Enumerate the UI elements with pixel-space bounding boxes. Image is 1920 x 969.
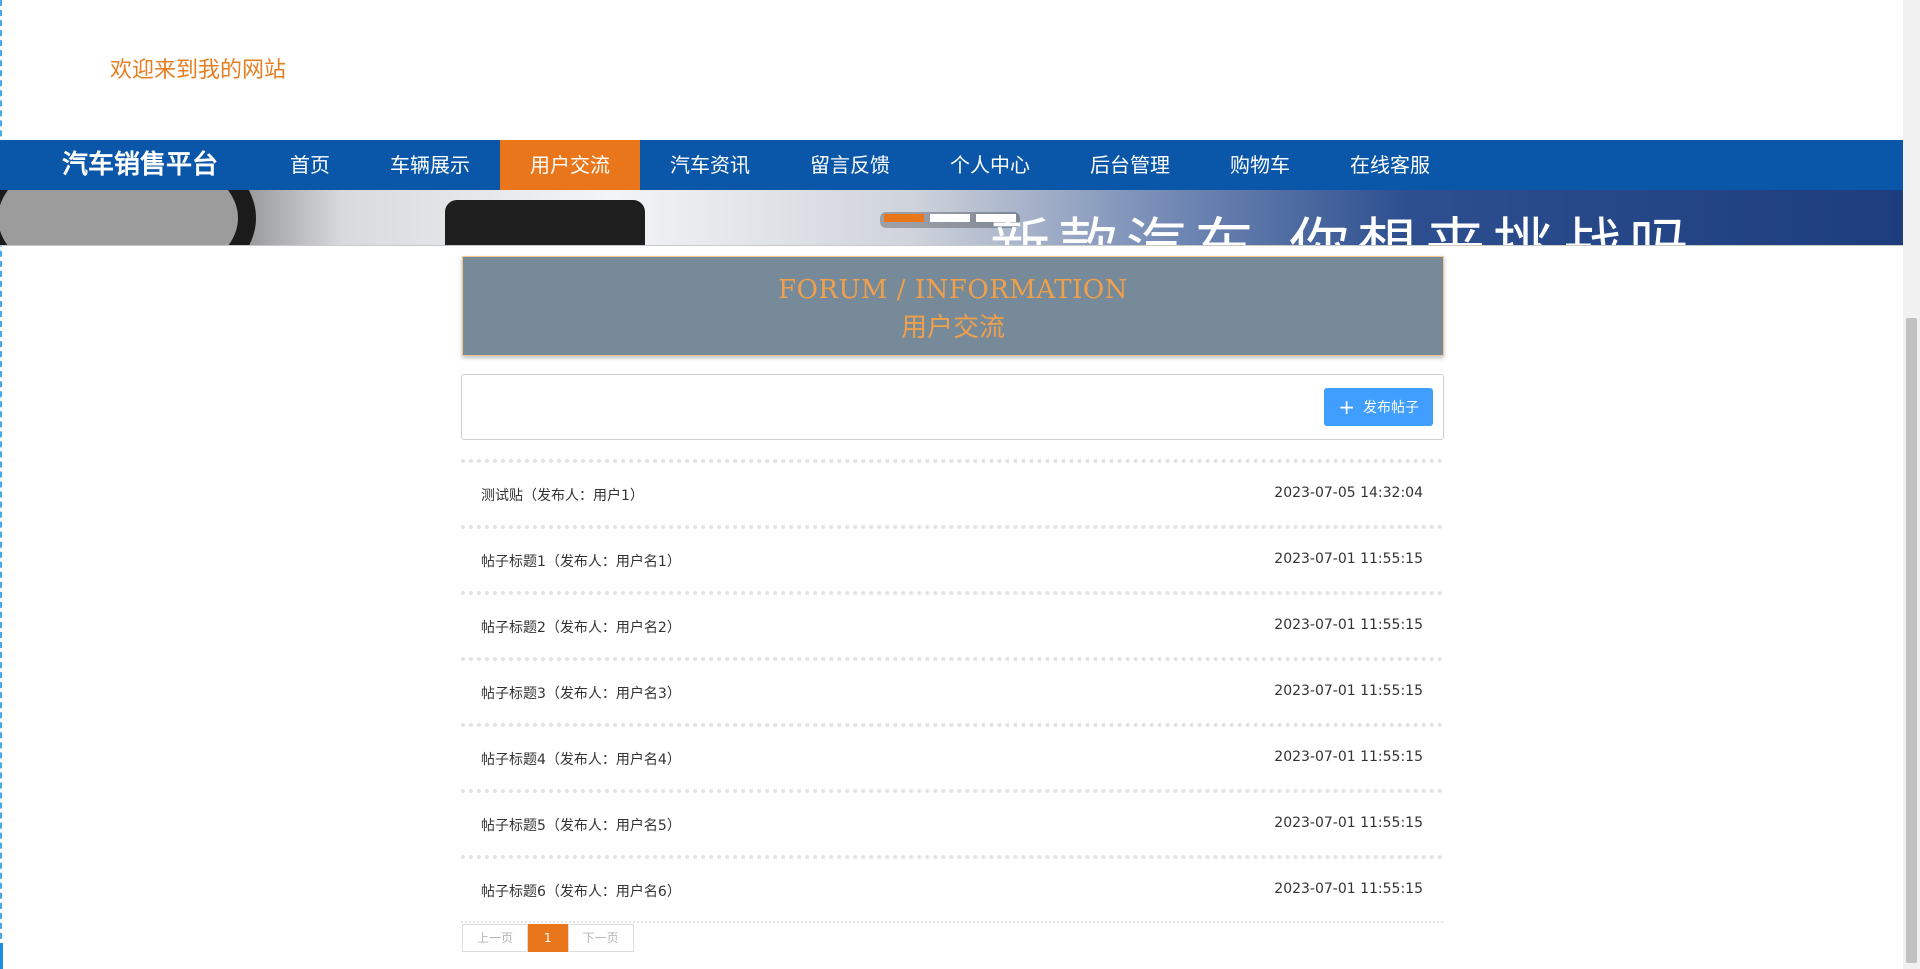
brand-title[interactable]: 汽车销售平台 bbox=[62, 140, 218, 190]
nav-item-profile[interactable]: 个人中心 bbox=[920, 140, 1060, 190]
nav-menu: 首页 车辆展示 用户交流 汽车资讯 留言反馈 个人中心 后台管理 购物车 在线客… bbox=[260, 140, 1460, 190]
post-time: 2023-07-01 11:55:15 bbox=[1274, 749, 1423, 765]
nav-item-home[interactable]: 首页 bbox=[260, 140, 360, 190]
nav-item-vehicles[interactable]: 车辆展示 bbox=[360, 140, 500, 190]
post-list: 测试贴（发布人：用户1） 2023-07-05 14:32:04 帖子标题1（发… bbox=[461, 459, 1443, 923]
post-time: 2023-07-05 14:32:04 bbox=[1274, 485, 1423, 501]
post-row[interactable]: 帖子标题6（发布人：用户名6） 2023-07-01 11:55:15 bbox=[461, 855, 1443, 923]
post-title[interactable]: 测试贴（发布人：用户1） bbox=[481, 485, 644, 505]
carousel-dot-1[interactable] bbox=[884, 214, 924, 222]
nav-item-news[interactable]: 汽车资讯 bbox=[640, 140, 780, 190]
post-row[interactable]: 帖子标题2（发布人：用户名2） 2023-07-01 11:55:15 bbox=[461, 591, 1443, 657]
banner-car-grill-image bbox=[445, 200, 645, 245]
nav-item-admin[interactable]: 后台管理 bbox=[1060, 140, 1200, 190]
post-row[interactable]: 测试贴（发布人：用户1） 2023-07-05 14:32:04 bbox=[461, 459, 1443, 525]
post-title[interactable]: 帖子标题1（发布人：用户名1） bbox=[481, 551, 681, 571]
pagination: 上一页 1 下一页 bbox=[462, 924, 634, 952]
prev-page-button[interactable]: 上一页 bbox=[462, 924, 529, 952]
post-title[interactable]: 帖子标题2（发布人：用户名2） bbox=[481, 617, 681, 637]
nav-item-feedback[interactable]: 留言反馈 bbox=[780, 140, 920, 190]
post-row[interactable]: 帖子标题3（发布人：用户名3） 2023-07-01 11:55:15 bbox=[461, 657, 1443, 723]
nav-item-cart[interactable]: 购物车 bbox=[1200, 140, 1320, 190]
banner-slogan: 新款汽车 你想来挑战吗 bbox=[990, 198, 1697, 245]
banner-car-wheel-image bbox=[0, 190, 256, 245]
banner-carousel: 新款汽车 你想来挑战吗 bbox=[0, 190, 1903, 245]
welcome-text: 欢迎来到我的网站 bbox=[110, 58, 287, 83]
left-edge-marker bbox=[0, 943, 3, 969]
scrollbar-thumb[interactable] bbox=[1906, 318, 1917, 963]
publish-post-button[interactable]: + 发布帖子 bbox=[1324, 388, 1433, 426]
post-time: 2023-07-01 11:55:15 bbox=[1274, 551, 1423, 567]
nav-item-forum[interactable]: 用户交流 bbox=[500, 140, 640, 190]
carousel-dot-2[interactable] bbox=[930, 214, 970, 222]
post-title[interactable]: 帖子标题4（发布人：用户名4） bbox=[481, 749, 681, 769]
post-row[interactable]: 帖子标题4（发布人：用户名4） 2023-07-01 11:55:15 bbox=[461, 723, 1443, 789]
publish-post-label: 发布帖子 bbox=[1363, 400, 1419, 416]
post-title[interactable]: 帖子标题6（发布人：用户名6） bbox=[481, 881, 681, 901]
main-navbar: 汽车销售平台 首页 车辆展示 用户交流 汽车资讯 留言反馈 个人中心 后台管理 … bbox=[0, 140, 1903, 190]
nav-item-support[interactable]: 在线客服 bbox=[1320, 140, 1460, 190]
plus-icon: + bbox=[1338, 395, 1355, 419]
post-time: 2023-07-01 11:55:15 bbox=[1274, 881, 1423, 897]
banner-divider bbox=[0, 245, 1903, 246]
section-header: FORUM / INFORMATION 用户交流 bbox=[462, 256, 1444, 356]
post-row[interactable]: 帖子标题5（发布人：用户名5） 2023-07-01 11:55:15 bbox=[461, 789, 1443, 855]
next-page-button[interactable]: 下一页 bbox=[567, 924, 634, 952]
forum-toolbar: + 发布帖子 bbox=[461, 374, 1444, 440]
post-time: 2023-07-01 11:55:15 bbox=[1274, 617, 1423, 633]
section-title-en: FORUM / INFORMATION bbox=[778, 275, 1128, 305]
post-title[interactable]: 帖子标题3（发布人：用户名3） bbox=[481, 683, 681, 703]
post-row[interactable]: 帖子标题1（发布人：用户名1） 2023-07-01 11:55:15 bbox=[461, 525, 1443, 591]
current-page-button[interactable]: 1 bbox=[528, 924, 568, 952]
section-title-cn: 用户交流 bbox=[900, 313, 1005, 343]
post-time: 2023-07-01 11:55:15 bbox=[1274, 683, 1423, 699]
post-time: 2023-07-01 11:55:15 bbox=[1274, 815, 1423, 831]
post-title[interactable]: 帖子标题5（发布人：用户名5） bbox=[481, 815, 681, 835]
